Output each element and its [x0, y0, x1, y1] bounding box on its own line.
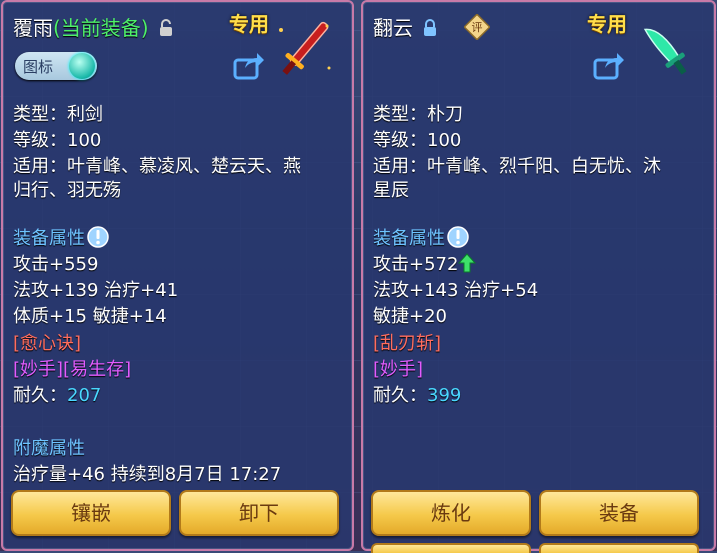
item-title: 翻云 [373, 12, 437, 42]
attr-section-label: 装备属性 [373, 228, 445, 249]
special-skill: [愈心诀] [13, 333, 82, 354]
info-icon[interactable] [87, 226, 109, 253]
durability-value: 207 [67, 385, 102, 406]
special-skill: [乱刃斩] [373, 333, 442, 354]
attack-value: 攻击+572 [373, 254, 459, 275]
durability-label: 耐久： [13, 385, 67, 406]
svg-text:评: 评 [472, 21, 483, 34]
attr-section-heading: 装备属性 [373, 224, 469, 253]
share-icon[interactable] [593, 52, 625, 80]
attack-stat: 攻击+559 [13, 254, 99, 275]
enchant-line: 治疗量+46 持续到8月7日 17:27 [13, 464, 282, 485]
item-name: 翻云 [373, 16, 413, 40]
magic-heal-stat: 法攻+139 治疗+41 [13, 280, 179, 301]
special-effects: [妙手] [373, 359, 424, 380]
durability-label: 耐久： [373, 385, 427, 406]
special-effects: [妙手][易生存] [13, 359, 132, 380]
level-line: 等级：100 [373, 130, 462, 151]
review-badge-icon[interactable]: 评 [463, 13, 491, 41]
item-name: 覆雨 [13, 16, 53, 40]
up-arrow-icon [458, 253, 477, 278]
type-line: 类型：朴刀 [373, 104, 463, 125]
usable-line-2: 归行、羽无殇 [13, 180, 121, 201]
magic-heal-stat: 法攻+143 治疗+54 [373, 280, 539, 301]
unequip-button[interactable]: 卸下 [179, 490, 339, 536]
icon-toggle-label: 图标 [23, 58, 54, 76]
durability-value: 399 [427, 385, 462, 406]
type-line: 类型：利剑 [13, 104, 103, 125]
enchant-section-heading: 附魔属性 [13, 438, 85, 459]
exclusive-label: 专用 [587, 12, 627, 36]
compare-equipment-panel: 翻云 评 专用 类型：朴刀 等级：100 适用：叶青峰、烈千阳、白无忧、沐 星辰… [361, 0, 716, 551]
attack-stat: 攻击+572 [373, 250, 477, 278]
info-icon[interactable] [447, 226, 469, 253]
sword-icon [269, 18, 339, 86]
level-line: 等级：100 [13, 130, 102, 151]
lock-open-icon[interactable] [159, 18, 173, 42]
equipped-tag: (当前装备) [53, 16, 149, 40]
more-button-stub[interactable] [371, 543, 531, 553]
phys-agi-stat: 体质+15 敏捷+14 [13, 306, 167, 327]
blade-icon [633, 18, 703, 86]
usable-line-1: 适用：叶青峰、烈千阳、白无忧、沐 [373, 156, 661, 177]
usable-line-2: 星辰 [373, 180, 409, 201]
lock-closed-icon[interactable] [423, 18, 437, 42]
refine-button[interactable]: 炼化 [371, 490, 531, 536]
agility-stat: 敏捷+20 [373, 306, 447, 327]
durability-line: 耐久：399 [373, 381, 461, 407]
inlay-button[interactable]: 镶嵌 [11, 490, 171, 536]
equip-button[interactable]: 装备 [539, 490, 699, 536]
current-equipment-panel: 覆雨(当前装备) 专用 图标 类型：利剑 等级：100 适用：叶青峰、慕凌风、楚… [1, 0, 354, 551]
exclusive-label: 专用 [229, 12, 269, 36]
share-icon[interactable] [233, 52, 265, 80]
attr-section-heading: 装备属性 [13, 224, 109, 253]
toggle-knob [69, 53, 95, 79]
icon-toggle[interactable]: 图标 [15, 52, 97, 80]
usable-line-1: 适用：叶青峰、慕凌风、楚云天、燕 [13, 156, 301, 177]
more-button-stub[interactable] [539, 543, 699, 553]
item-title: 覆雨(当前装备) [13, 12, 173, 42]
attr-section-label: 装备属性 [13, 228, 85, 249]
durability-line: 耐久：207 [13, 381, 101, 407]
